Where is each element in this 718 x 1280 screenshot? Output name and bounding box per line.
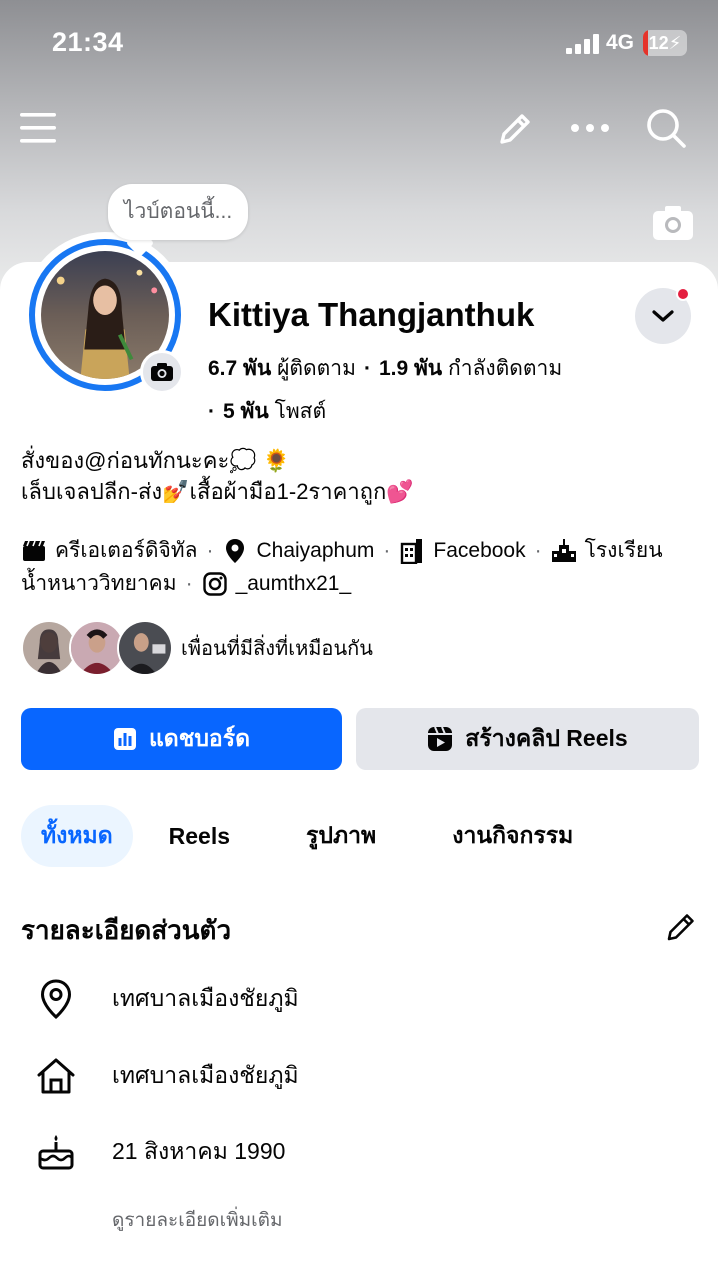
- posts-label: โพสต์: [274, 400, 327, 423]
- posts-count: 5 พัน: [223, 400, 269, 423]
- school-text-continued[interactable]: น้ำหนาววิทยาคม: [21, 567, 177, 600]
- battery-level: 12: [648, 33, 669, 53]
- location-pin-icon: [222, 538, 248, 564]
- detail-birthday: 21 สิงหาคม 1990: [36, 1130, 285, 1174]
- menu-icon[interactable]: [16, 106, 60, 150]
- work-building-icon: [399, 538, 425, 564]
- following-count[interactable]: 1.9 พัน: [379, 357, 442, 380]
- tab-photos[interactable]: รูปภาพ: [286, 805, 396, 867]
- create-reels-label: สร้างคลิป Reels: [465, 725, 628, 751]
- dashboard-label: แดชบอร์ด: [148, 725, 251, 751]
- creator-category: ครีเอเตอร์ดิจิทัล: [55, 539, 198, 562]
- section-title: รายละเอียดส่วนตัว: [21, 915, 232, 945]
- bio-line: สั่งของ@ก่อนทักนะคะ💭 🌻: [21, 448, 291, 473]
- more-options-icon[interactable]: [568, 110, 612, 146]
- follow-stats: 6.7 พัน ผู้ติดตาม · 1.9 พัน กำลังติดตาม: [208, 352, 562, 385]
- intro-line: น้ำหนาววิทยาคม · _aumthx21_: [21, 567, 351, 600]
- followers-count[interactable]: 6.7 พัน: [208, 357, 271, 380]
- dashboard-chart-icon: [113, 727, 137, 751]
- birthday-cake-icon: [36, 1132, 76, 1172]
- intro-line: ครีเอเตอร์ดิจิทัล · Chaiyaphum · Faceboo…: [21, 534, 663, 567]
- instagram-icon: [202, 571, 228, 597]
- detail-hometown: เทศบาลเมืองชัยภูมิ: [36, 1054, 299, 1098]
- followers-label[interactable]: ผู้ติดตาม: [277, 357, 356, 380]
- chevron-down-icon: [652, 310, 674, 322]
- avatar-camera-icon[interactable]: [140, 350, 184, 394]
- separator-dot: ·: [185, 571, 193, 595]
- school-text[interactable]: โรงเรียน: [585, 534, 663, 567]
- profile-name: Kittiya Thangjanthuk: [208, 296, 535, 333]
- separator-dot: ·: [383, 538, 391, 562]
- birthday-text: 21 สิงหาคม 1990: [112, 1138, 286, 1164]
- post-stats: · 5 พัน โพสต์: [208, 395, 326, 428]
- cover-camera-icon[interactable]: [652, 205, 694, 241]
- dashboard-button[interactable]: แดชบอร์ด: [21, 708, 342, 770]
- edit-details-icon[interactable]: [664, 910, 698, 944]
- network-type: 4G: [606, 31, 635, 54]
- tab-events[interactable]: งานกิจกรรม: [432, 805, 593, 867]
- mutual-friend-avatar: [117, 620, 173, 676]
- separator-dot: ·: [534, 538, 542, 562]
- separator-dot: ·: [363, 357, 371, 380]
- work-text[interactable]: Facebook: [433, 539, 525, 563]
- detail-current-city: เทศบาลเมืองชัยภูมิ: [36, 977, 299, 1021]
- separator-dot: ·: [206, 538, 214, 562]
- location-text[interactable]: Chaiyaphum: [256, 539, 374, 563]
- reels-icon: [427, 726, 453, 752]
- following-label[interactable]: กำลังติดตาม: [448, 357, 562, 380]
- battery-icon: 12⚡: [643, 30, 687, 56]
- profile-sheet: [0, 262, 718, 1280]
- separator-dot: ·: [208, 400, 215, 423]
- bio-line: เล็บเจลปลีก-ส่ง💅เสื้อผ้ามือ1-2ราคาถูก💕: [21, 479, 414, 504]
- current-city-text: เทศบาลเมืองชัยภูมิ: [112, 985, 299, 1011]
- status-time: 21:34: [52, 27, 124, 57]
- school-icon: [551, 538, 577, 564]
- mutual-friends[interactable]: เพื่อนที่มีสิ่งที่เหมือนกัน: [21, 619, 373, 677]
- pencil-icon[interactable]: [492, 106, 538, 152]
- clapperboard-icon: [21, 538, 47, 564]
- profile-tabs: ทั้งหมด Reels รูปภาพ งานกิจกรรม: [21, 805, 629, 867]
- mutual-friends-text: เพื่อนที่มีสิ่งที่เหมือนกัน: [181, 638, 373, 660]
- signal-icon: [566, 34, 599, 54]
- see-more-details-link[interactable]: ดูรายละเอียดเพิ่มเติม: [112, 1205, 282, 1235]
- hometown-text: เทศบาลเมืองชัยภูมิ: [112, 1062, 299, 1088]
- bio: สั่งของ@ก่อนทักนะคะ💭 🌻 เล็บเจลปลีก-ส่ง💅เ…: [21, 445, 414, 507]
- tab-all[interactable]: ทั้งหมด: [21, 805, 133, 867]
- status-bar: 21:34 4G 12⚡: [0, 0, 718, 88]
- charging-bolt-icon: ⚡: [668, 33, 682, 53]
- note-bubble[interactable]: ไวบ์ตอนนี้...: [108, 184, 249, 240]
- location-pin-icon: [36, 979, 76, 1019]
- instagram-handle[interactable]: _aumthx21_: [236, 572, 352, 596]
- notification-dot: [676, 287, 690, 301]
- home-icon: [36, 1056, 76, 1096]
- tab-reels[interactable]: Reels: [149, 805, 250, 867]
- create-reels-button[interactable]: สร้างคลิป Reels: [356, 708, 699, 770]
- search-icon[interactable]: [642, 104, 690, 152]
